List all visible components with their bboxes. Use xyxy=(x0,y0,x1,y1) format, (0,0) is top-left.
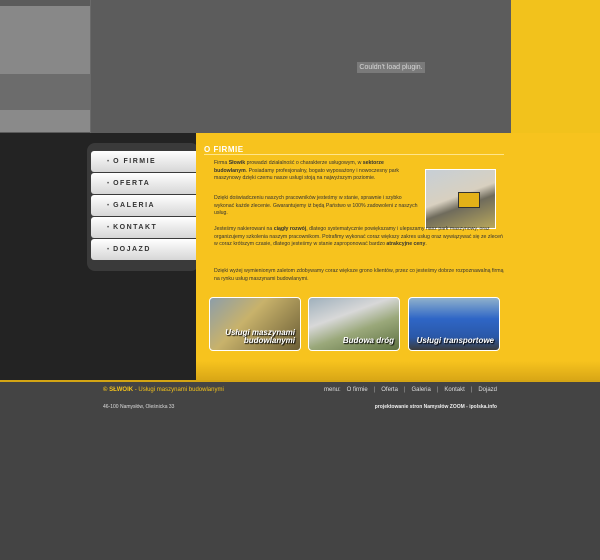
footer-link-oferta[interactable]: Oferta xyxy=(381,387,398,393)
paragraph-intro: Firma Słowik prowadzi działalność o char… xyxy=(214,160,418,183)
main-menu: • O FIRMIE • OFERTA • GALERIA • KONTAKT … xyxy=(91,151,197,261)
header-accent xyxy=(511,0,600,133)
copyright-text: - Usługi maszynami budowlanymi xyxy=(133,387,224,393)
footer xyxy=(0,382,600,560)
text: Firma xyxy=(214,160,229,166)
flash-plugin-area[interactable]: Couldn't load plugin. xyxy=(90,0,511,133)
menu-item-label: DOJAZD xyxy=(113,246,151,253)
paragraph-experience: Dzięki doświadczeniu naszych pracowników… xyxy=(214,195,418,216)
menu-item-o-firmie[interactable]: • O FIRMIE xyxy=(91,151,197,172)
highlight-text: ciągły rozwój xyxy=(273,226,307,232)
highlight-text: atrakcyjne ceny xyxy=(386,241,426,247)
thumb-construction-machines[interactable]: Usługi maszynami budowlanymi xyxy=(209,297,301,351)
bullet-icon: • xyxy=(107,246,110,253)
copyright-brand: © SŁWOIK xyxy=(103,387,134,393)
separator: | xyxy=(470,387,473,393)
footer-menu: menu: O firmie | Oferta | Galeria | Kont… xyxy=(324,387,497,393)
menu-item-galeria[interactable]: • GALERIA xyxy=(91,195,197,216)
bullet-icon: • xyxy=(107,202,110,209)
content-panel-bottom xyxy=(196,361,600,380)
paragraph-development: Jesteśmy nakierowani na ciągły rozwój, d… xyxy=(214,226,504,249)
thumb-transport-services[interactable]: Usługi transportowe xyxy=(408,297,500,351)
menu-item-oferta[interactable]: • OFERTA xyxy=(91,173,197,194)
footer-link-dojazd[interactable]: Dojazd xyxy=(478,387,497,393)
separator: | xyxy=(403,387,406,393)
menu-item-kontakt[interactable]: • KONTAKT xyxy=(91,217,197,238)
paragraph-clients: Dzięki wyżej wymienionym zaletom zdobywa… xyxy=(214,268,504,282)
separator: | xyxy=(436,387,439,393)
company-name: Słowik xyxy=(228,160,246,166)
text: . xyxy=(425,241,427,247)
bullet-icon: • xyxy=(107,224,110,231)
copyright: © SŁWOIK - Usługi maszynami budowlanymi xyxy=(103,387,224,393)
bullet-icon: • xyxy=(107,180,110,187)
excavator-photo xyxy=(425,169,496,229)
bullet-icon: • xyxy=(107,158,110,165)
text: Jesteśmy nakierowani na xyxy=(214,226,274,232)
separator: | xyxy=(373,387,376,393)
address: 46-100 Namysłów, Oleśnicka 33 xyxy=(103,404,175,410)
footer-link-kontakt[interactable]: Kontakt xyxy=(444,387,464,393)
menu-item-label: O FIRMIE xyxy=(113,158,157,165)
menu-item-label: GALERIA xyxy=(113,202,156,209)
menu-item-label: OFERTA xyxy=(113,180,151,187)
thumb-road-construction[interactable]: Budowa dróg xyxy=(308,297,400,351)
excavator-shape xyxy=(458,192,480,208)
text: prowadzi działalność o charakterze usług… xyxy=(245,160,363,166)
footer-link-galeria[interactable]: Galeria xyxy=(411,387,430,393)
header-stripe xyxy=(0,6,90,74)
menu-item-dojazd[interactable]: • DOJAZD xyxy=(91,239,197,260)
designer-credit-link[interactable]: projektowanie stron Namysłów ZOOM - ipol… xyxy=(375,404,497,410)
footer-menu-prefix: menu: xyxy=(323,387,341,393)
page-title: O FIRMIE xyxy=(204,145,244,154)
menu-item-label: KONTAKT xyxy=(113,224,158,231)
title-divider xyxy=(204,154,504,155)
thumb-label: Usługi transportowe xyxy=(416,336,494,345)
header-stripe xyxy=(0,110,90,132)
plugin-error-message: Couldn't load plugin. xyxy=(357,62,425,73)
thumb-label: Budowa dróg xyxy=(342,336,394,345)
header-stripe xyxy=(0,74,90,110)
thumb-label: Usługi maszynami budowlanymi xyxy=(225,328,295,345)
footer-link-o-firmie[interactable]: O firmie xyxy=(347,387,368,393)
